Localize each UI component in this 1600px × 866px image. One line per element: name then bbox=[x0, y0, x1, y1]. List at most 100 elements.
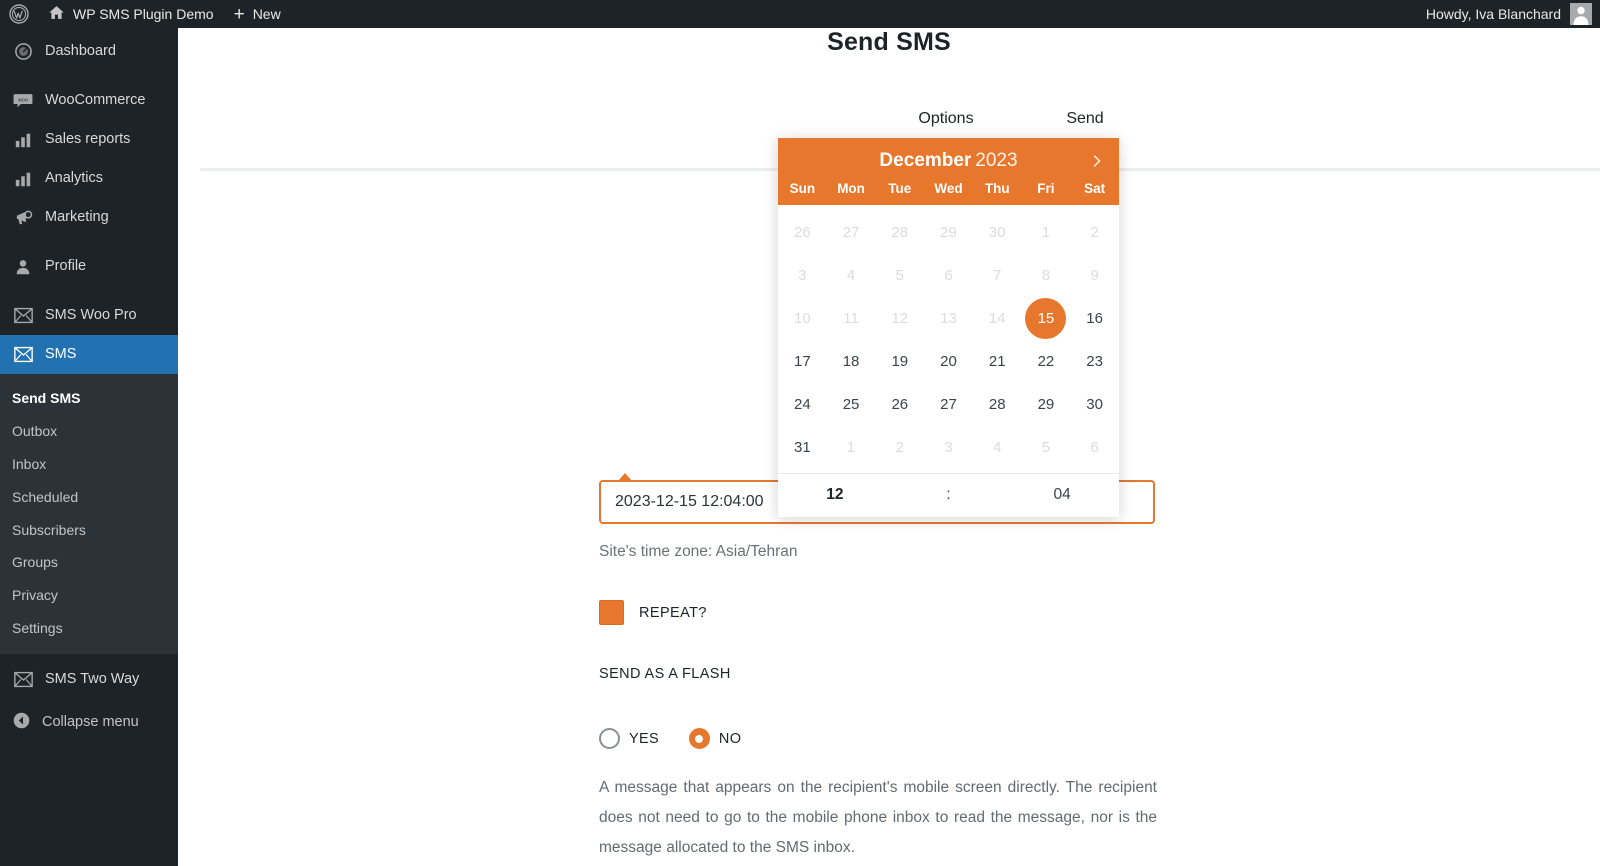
datepicker-day: 1 bbox=[827, 426, 876, 469]
datepicker-day-label: 11 bbox=[843, 309, 859, 327]
sidebar-item-sms-woo-pro[interactable]: SMS Woo Pro bbox=[0, 296, 178, 335]
datepicker-day-label: 1 bbox=[846, 438, 856, 456]
datepicker-day-label: 5 bbox=[1041, 438, 1051, 456]
sidebar-item-woocommerce[interactable]: woo WooCommerce bbox=[0, 81, 178, 120]
envelope-icon bbox=[12, 344, 34, 366]
datepicker-day: 2 bbox=[1070, 211, 1119, 254]
datepicker-day-label: 26 bbox=[794, 223, 811, 241]
site-timezone-note: Site's time zone: Asia/Tehran bbox=[599, 543, 798, 560]
sidebar-item-settings[interactable]: Settings bbox=[0, 612, 178, 645]
datepicker-day[interactable]: 30 bbox=[1070, 383, 1119, 426]
datepicker-day[interactable]: 28 bbox=[973, 383, 1022, 426]
datepicker-day[interactable]: 27 bbox=[924, 383, 973, 426]
time-separator: : bbox=[946, 486, 951, 504]
datepicker-day-label: 18 bbox=[842, 352, 860, 370]
flash-option-no[interactable]: NO bbox=[688, 728, 741, 749]
radio-no[interactable] bbox=[688, 728, 710, 749]
datepicker-day-label: 4 bbox=[846, 266, 856, 284]
bar-chart-icon bbox=[12, 129, 34, 151]
datepicker-day-label: 15 bbox=[1025, 297, 1067, 339]
datepicker-day-label: 5 bbox=[895, 266, 904, 284]
weekday-label: Mon bbox=[837, 180, 865, 196]
collapse-menu-button[interactable]: Collapse menu bbox=[0, 703, 178, 741]
datepicker-day-label: 3 bbox=[798, 266, 807, 284]
datepicker-day-label: 22 bbox=[1037, 352, 1055, 370]
sidebar-item-groups[interactable]: Groups bbox=[0, 546, 178, 579]
datepicker-day: 2 bbox=[875, 426, 924, 469]
datepicker-day[interactable]: 19 bbox=[875, 340, 924, 383]
datepicker-day-label: 1 bbox=[1041, 223, 1051, 241]
sidebar-item-privacy[interactable]: Privacy bbox=[0, 579, 178, 612]
time-hour-input[interactable]: 12 bbox=[778, 486, 892, 504]
datepicker-day[interactable]: 26 bbox=[875, 383, 924, 426]
datepicker-day-grid: 26 27 28 29 30 1 2 3 4 5 6 7 8 9 10 11 12 13 14 15 16 17 18 19 2… bbox=[778, 204, 1119, 473]
sidebar-item-dashboard[interactable]: Dashboard bbox=[0, 32, 178, 71]
sidebar-item-sales-reports[interactable]: Sales reports bbox=[0, 120, 178, 159]
repeat-checkbox[interactable] bbox=[599, 600, 624, 625]
datepicker-day-label: 3 bbox=[944, 438, 953, 456]
main-content: Send SMS Options Send 2023-12-15 12:04:0… bbox=[178, 28, 1600, 866]
sidebar-item-profile[interactable]: Profile bbox=[0, 247, 178, 286]
datepicker-day: 8 bbox=[1022, 254, 1071, 297]
sidebar-item-inbox[interactable]: Inbox bbox=[0, 448, 178, 481]
sidebar-item-label: Analytics bbox=[45, 170, 104, 187]
my-account-menu[interactable]: Howdy, Iva Blanchard bbox=[1426, 3, 1600, 25]
datepicker-title: December 2023 bbox=[778, 150, 1119, 181]
sidebar-item-analytics[interactable]: Analytics bbox=[0, 159, 178, 198]
datepicker-day[interactable]: 17 bbox=[778, 340, 827, 383]
datepicker-day[interactable]: 29 bbox=[1022, 383, 1071, 426]
step-options[interactable]: Options bbox=[866, 110, 1026, 183]
sidebar-item-scheduled[interactable]: Scheduled bbox=[0, 481, 178, 514]
flash-option-yes[interactable]: YES bbox=[599, 728, 659, 749]
sidebar-item-label: SMS Two Way bbox=[45, 671, 140, 688]
datepicker-day[interactable]: 16 bbox=[1070, 297, 1119, 340]
time-minute-input[interactable]: 04 bbox=[1005, 486, 1119, 504]
datepicker-day: 4 bbox=[973, 426, 1022, 469]
datepicker-day-selected[interactable]: 15 bbox=[1022, 297, 1071, 340]
datepicker-day-label: 13 bbox=[940, 309, 957, 327]
datepicker-day-label: 10 bbox=[794, 309, 811, 327]
datepicker-day: 5 bbox=[1022, 426, 1071, 469]
datepicker-day[interactable]: 18 bbox=[827, 340, 876, 383]
datepicker-month-label: December bbox=[879, 150, 972, 171]
weekday-label: Sat bbox=[1084, 180, 1106, 196]
datepicker-day[interactable]: 23 bbox=[1070, 340, 1119, 383]
new-content-menu[interactable]: + New bbox=[224, 0, 291, 28]
wordpress-logo-icon bbox=[9, 4, 29, 24]
datepicker-day-label: 21 bbox=[988, 352, 1006, 370]
datepicker-day-label: 14 bbox=[988, 309, 1006, 327]
new-label: New bbox=[252, 6, 281, 22]
sidebar-item-outbox[interactable]: Outbox bbox=[0, 415, 178, 448]
bar-chart-icon bbox=[12, 168, 34, 190]
wp-logo-menu[interactable] bbox=[0, 0, 38, 28]
site-name-label: WP SMS Plugin Demo bbox=[73, 6, 214, 22]
sidebar-item-subscribers[interactable]: Subscribers bbox=[0, 514, 178, 547]
datepicker-day: 10 bbox=[778, 297, 827, 340]
datepicker-day[interactable]: 21 bbox=[973, 340, 1022, 383]
weekday-label: Thu bbox=[984, 180, 1010, 196]
datepicker-next-month-button[interactable] bbox=[1087, 152, 1107, 172]
datepicker-day[interactable]: 24 bbox=[778, 383, 827, 426]
send-as-flash-description: A message that appears on the recipient'… bbox=[599, 779, 1157, 856]
datepicker-day[interactable]: 22 bbox=[1022, 340, 1071, 383]
datepicker-day-label: 7 bbox=[993, 266, 1002, 284]
datepicker-day[interactable]: 25 bbox=[827, 383, 876, 426]
sidebar-item-sms-two-way[interactable]: SMS Two Way bbox=[0, 660, 178, 699]
sidebar-item-label: Sales reports bbox=[45, 131, 131, 148]
datepicker-day: 6 bbox=[924, 254, 973, 297]
radio-no-dot bbox=[695, 734, 704, 743]
weekday-label: Sun bbox=[789, 180, 816, 196]
sidebar-item-sms[interactable]: SMS bbox=[0, 335, 186, 374]
datepicker-day[interactable]: 31 bbox=[778, 426, 827, 469]
site-name-menu[interactable]: WP SMS Plugin Demo bbox=[38, 0, 224, 28]
sidebar-item-send-sms[interactable]: Send SMS bbox=[0, 382, 178, 415]
datepicker-day: 30 bbox=[973, 211, 1022, 254]
collapse-menu-label: Collapse menu bbox=[42, 714, 139, 731]
radio-yes[interactable] bbox=[599, 728, 620, 749]
datepicker-day[interactable]: 20 bbox=[924, 340, 973, 383]
sidebar-item-marketing[interactable]: Marketing bbox=[0, 198, 178, 237]
datepicker-time-row: 12 : 04 bbox=[778, 472, 1119, 517]
datepicker-day: 11 bbox=[827, 297, 876, 340]
step-send[interactable]: Send bbox=[1005, 110, 1165, 183]
datepicker-weekday-row: Sun Mon Tue Wed Thu Fri Sat bbox=[778, 181, 1119, 205]
